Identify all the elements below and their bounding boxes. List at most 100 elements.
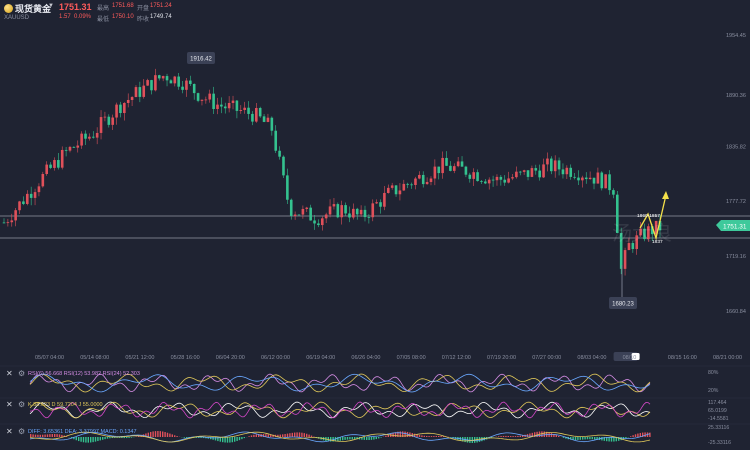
macd-bar	[505, 435, 507, 437]
indicator-tick-label: 80%	[708, 370, 719, 376]
macd-bar	[637, 433, 639, 437]
macd-bar	[584, 437, 586, 440]
indicator-tick-label: -14.5581	[708, 416, 729, 422]
macd-bar	[634, 434, 637, 437]
close-icon[interactable]: ✕	[6, 400, 13, 409]
macd-bar	[370, 437, 373, 440]
candle-body	[565, 167, 569, 175]
indicator-tick-label: -25.33116	[708, 440, 731, 446]
candle-body	[452, 166, 456, 171]
candle-body	[398, 190, 402, 195]
macd-bar	[126, 437, 128, 439]
macd-bar	[423, 435, 425, 437]
macd-bar	[303, 433, 305, 437]
high-annotation: 1916.42	[187, 52, 215, 64]
macd-bar	[234, 437, 236, 442]
macd-bar	[594, 437, 596, 440]
candle-body	[45, 164, 48, 174]
candle-body	[72, 146, 76, 148]
candle-body	[542, 164, 545, 178]
candle-body	[169, 80, 173, 84]
candle-body	[14, 210, 17, 221]
macd-bar	[90, 437, 92, 443]
macd-bar	[562, 437, 565, 438]
macd-bar	[294, 432, 296, 437]
x-tick-label: 08/10	[623, 355, 637, 361]
macd-bar	[344, 437, 346, 440]
macd-bar	[102, 437, 104, 440]
candle-body	[99, 117, 103, 133]
candle-body	[95, 132, 99, 138]
macd-bar	[512, 436, 514, 437]
candle-body	[600, 172, 604, 189]
macd-bar	[351, 437, 353, 440]
gear-icon[interactable]: ⚙	[18, 400, 25, 409]
candle-body	[414, 178, 417, 185]
close-icon[interactable]: ✕	[6, 369, 13, 378]
candle-body	[573, 176, 576, 178]
candle-body	[107, 116, 111, 125]
candle-body	[282, 156, 285, 176]
candle-body	[115, 104, 118, 118]
candle-body	[18, 201, 21, 211]
gear-icon[interactable]: ⚙	[18, 369, 25, 378]
candle-body	[68, 146, 72, 151]
macd-bar	[130, 437, 133, 438]
price-chart[interactable]: 1954.45 1890.36 1835.82 1777.72 1719.16 1660.…	[0, 0, 750, 450]
candle-body	[367, 217, 371, 218]
candle-body	[340, 205, 344, 218]
macd-bar	[421, 435, 423, 437]
macd-bar	[157, 431, 159, 437]
close-icon[interactable]: ✕	[6, 427, 13, 436]
macd-bar	[380, 437, 382, 438]
macd-label: DIFF: 3.65361 DEA: 3.37997 MACD: 0.1347	[28, 429, 137, 435]
candle-body	[515, 171, 518, 178]
candle-body	[204, 99, 208, 101]
candle-body	[379, 202, 382, 207]
macd-bar	[284, 434, 286, 437]
macd-bar	[502, 435, 505, 437]
macd-bar	[243, 437, 245, 439]
candle-body	[84, 133, 87, 139]
candle-body	[309, 207, 312, 221]
candle-body	[200, 99, 204, 101]
candle-body	[441, 157, 444, 174]
candle-body	[49, 164, 52, 168]
candle-body	[88, 136, 91, 139]
candle-body	[612, 190, 615, 195]
candle-body	[604, 174, 607, 189]
macd-bar	[500, 436, 502, 437]
candle-body	[406, 183, 409, 185]
macd-bar	[282, 434, 284, 437]
macd-bar	[212, 437, 214, 440]
candle-body	[518, 171, 522, 173]
y-tick-label: 1719.16	[726, 254, 746, 260]
candle-body	[192, 83, 196, 94]
macd-bar	[579, 437, 581, 440]
macd-bar	[286, 433, 289, 437]
macd-bar	[150, 431, 152, 437]
macd-bar	[164, 432, 166, 437]
macd-bar	[226, 437, 229, 443]
candle-body	[189, 80, 192, 84]
macd-bar	[85, 437, 87, 443]
candle-body	[10, 220, 14, 223]
candle-body	[235, 100, 239, 111]
macd-bar	[241, 437, 243, 440]
gear-icon[interactable]: ⚙	[18, 427, 25, 436]
low-value-label: 1680.23	[612, 302, 634, 308]
kdj-panel[interactable]	[29, 401, 651, 419]
candle-body	[352, 208, 355, 218]
candle-body	[57, 160, 60, 168]
candle-body	[410, 184, 413, 186]
macd-bar	[543, 431, 545, 437]
macd-bar	[550, 433, 553, 437]
candle-body	[154, 75, 157, 91]
macd-bar	[152, 431, 154, 437]
candle-body	[437, 166, 441, 174]
candle-body	[421, 174, 425, 185]
candle-body	[103, 116, 107, 118]
x-tick-label: 08/21 00:00	[713, 355, 742, 361]
candle-body	[433, 166, 437, 179]
x-tick-label: 06/19 04:00	[306, 355, 335, 361]
